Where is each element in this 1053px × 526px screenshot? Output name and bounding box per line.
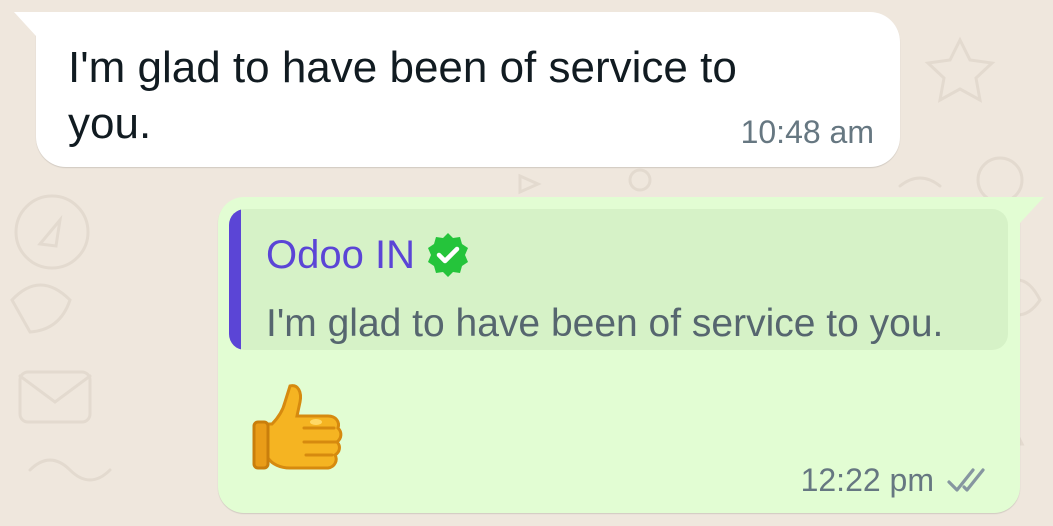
incoming-message-timestamp: 10:48 am: [740, 114, 874, 150]
thumbs-up-icon: [252, 384, 343, 470]
thumbs-up-emoji: [250, 380, 346, 480]
incoming-message-text: I'm glad to have been of service to you.: [68, 43, 737, 148]
quote-accent-bar: [229, 209, 241, 350]
quoted-reply[interactable]: Odoo IN I'm glad to have been of service…: [229, 209, 1008, 350]
outgoing-bubble-tail: [1020, 197, 1044, 223]
quoted-author: Odoo IN: [266, 231, 471, 279]
incoming-message-bubble[interactable]: I'm glad to have been of service to you.…: [14, 12, 900, 167]
outgoing-message-timestamp: 12:22 pm: [800, 462, 934, 498]
quoted-author-name: Odoo IN: [266, 233, 415, 277]
verified-badge-icon: [427, 233, 468, 277]
outgoing-message-bubble[interactable]: Odoo IN I'm glad to have been of service…: [218, 197, 1044, 513]
double-check-icon: [947, 468, 985, 492]
incoming-bubble-tail: [14, 12, 36, 36]
quoted-message-text: I'm glad to have been of service to you.: [266, 302, 944, 345]
